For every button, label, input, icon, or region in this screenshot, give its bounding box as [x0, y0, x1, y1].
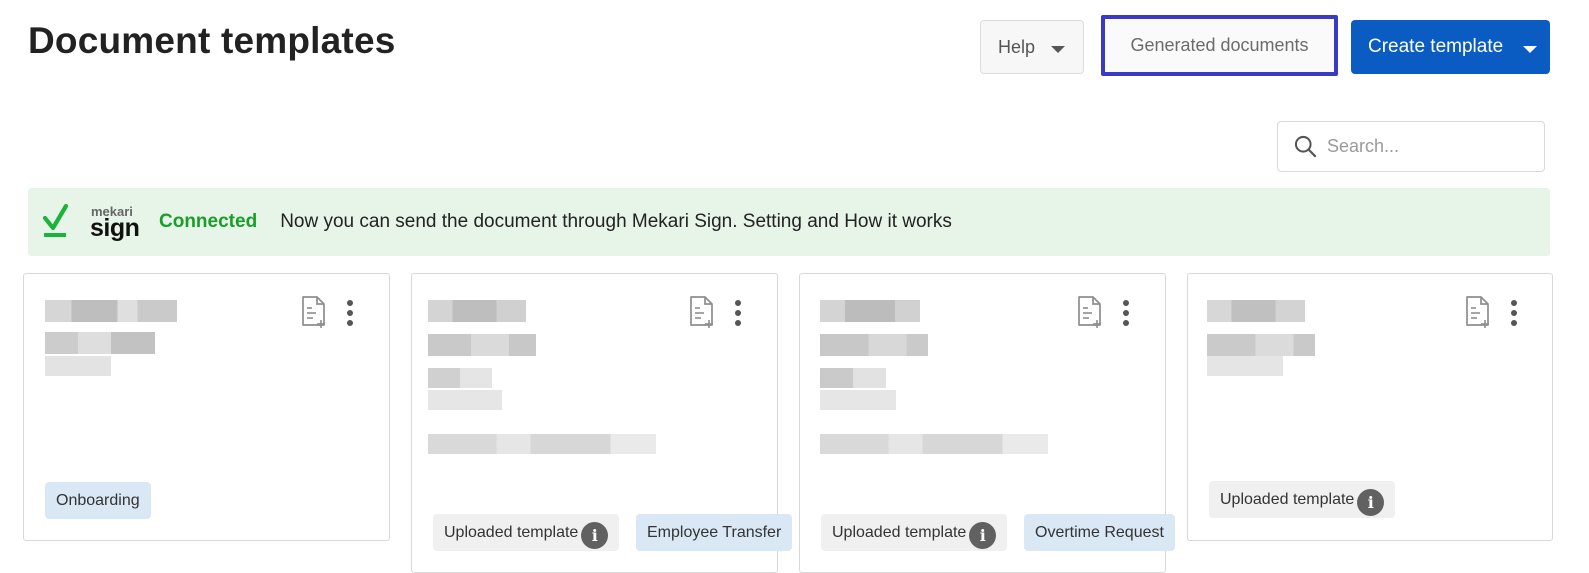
- add-document-icon[interactable]: [687, 295, 717, 329]
- add-document-icon[interactable]: [1463, 295, 1493, 329]
- generated-documents-button[interactable]: Generated documents: [1101, 15, 1338, 76]
- template-card[interactable]: Uploaded template i Overtime Request: [799, 273, 1175, 573]
- caret-down-icon: [1523, 45, 1538, 53]
- tag-label: Uploaded template: [444, 523, 579, 541]
- page-title: Document templates: [28, 20, 396, 61]
- tag-label: Uploaded template: [1220, 490, 1355, 508]
- mekari-sign-banner: mekari sign Connected Now you can send t…: [28, 188, 1550, 256]
- info-icon[interactable]: i: [969, 522, 997, 549]
- mekari-sign-logo: mekari sign: [42, 202, 140, 242]
- caret-down-icon: [1051, 45, 1066, 53]
- tag-label: Uploaded template: [832, 523, 967, 541]
- create-template-label: Create template: [1368, 36, 1504, 57]
- redacted-meta: [428, 368, 492, 388]
- checkmark-icon: [42, 204, 69, 237]
- redacted-subtitle: [1207, 334, 1315, 356]
- uploaded-template-tag: Uploaded template i: [1209, 481, 1396, 518]
- generated-documents-label: Generated documents: [1130, 35, 1309, 55]
- search-input[interactable]: [1327, 136, 1527, 157]
- template-card[interactable]: Uploaded template i: [1187, 273, 1553, 541]
- redacted-title: [1207, 300, 1305, 322]
- redacted-subtitle: [428, 334, 536, 356]
- redacted-title: [820, 300, 920, 322]
- connection-status: Connected: [159, 211, 258, 232]
- tag-label: Onboarding: [56, 491, 140, 509]
- search-box[interactable]: [1277, 121, 1545, 172]
- redacted-meta: [820, 390, 896, 410]
- redacted-meta: [1207, 356, 1283, 376]
- template-card[interactable]: Onboarding: [23, 273, 390, 541]
- create-template-button[interactable]: Create template: [1351, 20, 1550, 74]
- category-tag: Onboarding: [45, 482, 151, 519]
- uploaded-template-tag: Uploaded template i: [433, 514, 620, 551]
- redacted-title: [428, 300, 526, 322]
- help-button[interactable]: Help: [980, 20, 1084, 74]
- more-vertical-icon[interactable]: [1122, 299, 1130, 327]
- more-vertical-icon[interactable]: [734, 299, 742, 327]
- info-icon[interactable]: i: [1357, 489, 1385, 516]
- more-vertical-icon[interactable]: [1510, 299, 1518, 327]
- info-icon[interactable]: i: [581, 522, 609, 549]
- tag-label: Employee Transfer: [647, 523, 782, 541]
- category-tag: Employee Transfer: [636, 514, 793, 551]
- logo-main-text: sign: [90, 214, 140, 242]
- add-document-icon[interactable]: [1075, 295, 1105, 329]
- category-tag: Overtime Request: [1024, 514, 1175, 551]
- banner-message: Now you can send the document through Me…: [280, 211, 952, 232]
- tag-label: Overtime Request: [1035, 523, 1164, 541]
- search-icon: [1294, 135, 1317, 158]
- redacted-subtitle: [45, 332, 155, 354]
- more-vertical-icon[interactable]: [346, 299, 354, 327]
- redacted-description: [820, 434, 1048, 454]
- redacted-meta: [820, 368, 886, 388]
- uploaded-template-tag: Uploaded template i: [821, 514, 1008, 551]
- redacted-subtitle: [820, 334, 928, 356]
- add-document-icon[interactable]: [299, 295, 329, 329]
- redacted-meta: [428, 390, 502, 410]
- redacted-meta: [45, 356, 111, 376]
- template-card[interactable]: Uploaded template i Employee Transfer: [411, 273, 793, 573]
- redacted-description: [428, 434, 656, 454]
- redacted-title: [45, 300, 177, 322]
- help-label: Help: [998, 36, 1036, 57]
